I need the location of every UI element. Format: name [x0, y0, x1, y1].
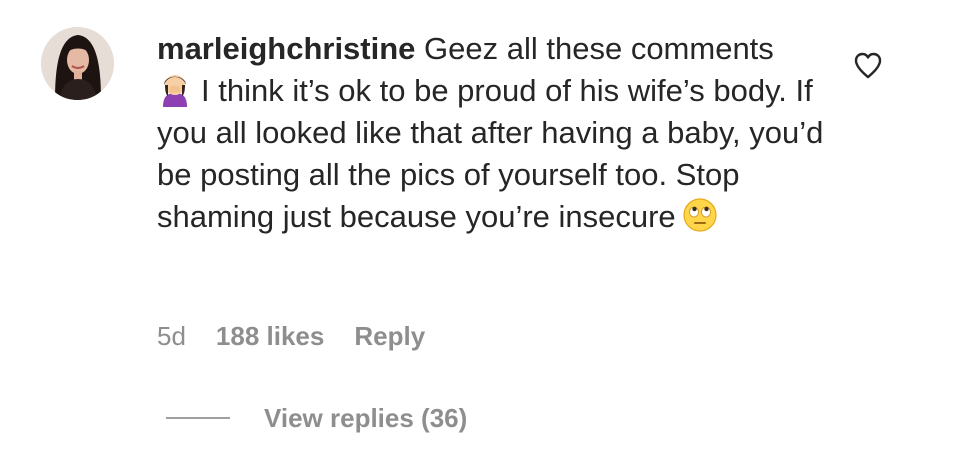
reply-button[interactable]: Reply	[354, 318, 425, 354]
like-heart-icon[interactable]	[853, 51, 883, 79]
face-with-rolling-eyes-emoji	[682, 197, 718, 233]
comment-timestamp: 5d	[157, 321, 186, 351]
avatar[interactable]	[41, 27, 114, 100]
comment-meta: 5d 188 likes Reply	[157, 318, 425, 354]
comment-text-first-line: Geez all these comments	[415, 31, 774, 66]
replies-divider-line	[166, 417, 230, 419]
view-replies-button[interactable]: View replies (36)	[166, 400, 467, 436]
likes-count-link[interactable]: 188 likes	[216, 318, 324, 354]
view-replies-label: View replies (36)	[264, 403, 468, 433]
comment-username[interactable]: marleighchristine	[157, 31, 415, 66]
comment-body: marleighchristine Geez all these comment…	[157, 28, 837, 238]
comment-text-rest: I think it’s ok to be proud of his wife’…	[157, 73, 824, 234]
profile-photo	[41, 27, 114, 100]
woman-facepalming-emoji	[157, 71, 193, 107]
